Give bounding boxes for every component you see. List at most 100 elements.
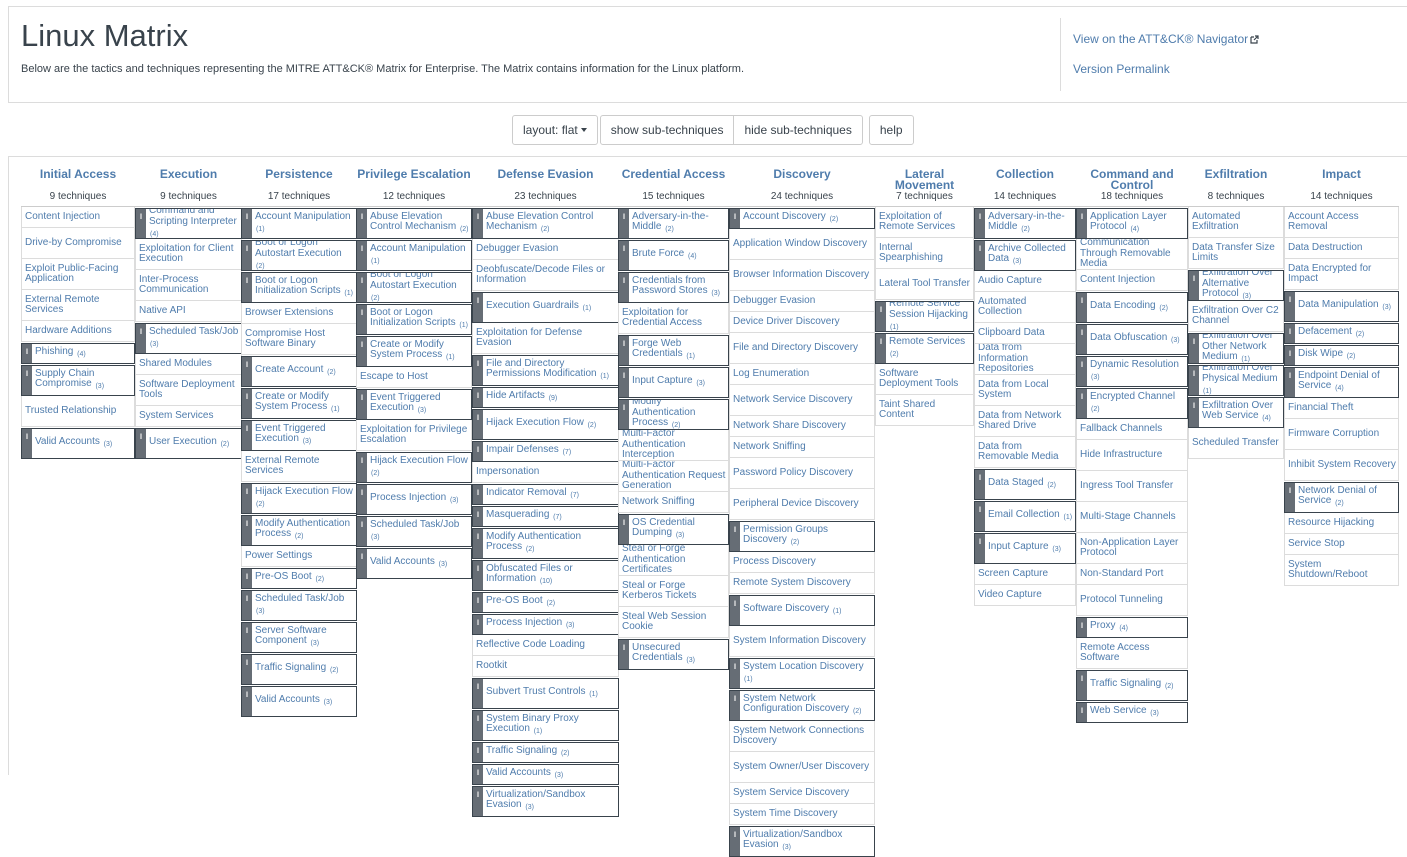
technique-cell[interactable]: Audio Capture — [974, 271, 1076, 292]
technique-name[interactable]: Power Settings — [245, 550, 312, 561]
technique-name[interactable]: Account Access Removal — [1288, 211, 1359, 233]
technique-cell[interactable]: ‖ User Execution (2) — [135, 428, 242, 459]
technique-cell[interactable]: ‖ Abuse Elevation Control Mechanism (2) — [356, 208, 472, 239]
technique-text[interactable]: Archive Collected Data (3) — [988, 243, 1073, 268]
technique-text[interactable]: Compromise Host Software Binary — [245, 328, 354, 350]
technique-text[interactable]: Account Access Removal — [1288, 211, 1396, 233]
technique-cell[interactable]: ‖ Phishing (4) — [21, 343, 135, 364]
technique-name[interactable]: Multi-Factor Authentication Interception — [622, 430, 685, 460]
technique-name[interactable]: Inter-Process Communication — [139, 274, 208, 296]
technique-link[interactable]: Data from Local System — [975, 375, 1075, 405]
technique-name[interactable]: Abuse Elevation Control Mechanism — [370, 211, 456, 233]
technique-text[interactable]: Debugger Evasion — [733, 295, 815, 307]
technique-text[interactable]: Shared Modules — [139, 358, 212, 370]
technique-text[interactable]: Automated Collection — [978, 296, 1073, 318]
technique-cell[interactable]: ‖ Valid Accounts (3) — [241, 686, 357, 717]
technique-text[interactable]: System Network Connections Discovery — [733, 725, 872, 747]
technique-link[interactable]: Data Encrypted for Impact — [1285, 259, 1398, 289]
technique-link[interactable]: Archive Collected Data (3) — [985, 241, 1075, 270]
technique-cell[interactable]: Steal or Forge Authentication Certificat… — [618, 545, 729, 576]
expand-subtechniques-handle[interactable]: ‖ — [1077, 671, 1087, 700]
technique-text[interactable]: File and Directory Discovery — [733, 342, 858, 354]
technique-cell[interactable]: Fallback Channels — [1076, 419, 1188, 440]
technique-link[interactable]: Data from Information Repositories — [975, 344, 1075, 374]
technique-link[interactable]: Exploitation for Defense Evasion — [473, 323, 618, 353]
technique-cell[interactable]: ‖ Boot or Logon Initialization Scripts (1… — [356, 304, 472, 335]
technique-text[interactable]: Data from Removable Media — [978, 441, 1073, 463]
technique-link[interactable]: Native API — [136, 301, 241, 321]
technique-link[interactable]: Process Injection (3) — [367, 485, 471, 514]
expand-subtechniques-handle[interactable]: ‖ — [1285, 483, 1295, 512]
technique-cell[interactable]: Data from Network Shared Drive — [974, 406, 1076, 437]
expand-subtechniques-handle[interactable]: ‖ — [22, 344, 32, 363]
technique-text[interactable]: Scheduled Task/Job (3) — [149, 326, 239, 351]
technique-text[interactable]: Traffic Signaling (2) — [255, 662, 339, 677]
technique-name[interactable]: External Remote Services — [25, 294, 99, 316]
technique-cell[interactable]: ‖ Traffic Signaling (2) — [1076, 670, 1188, 701]
technique-link[interactable]: Trusted Relationship — [22, 396, 134, 426]
technique-name[interactable]: Trusted Relationship — [25, 405, 116, 416]
expand-subtechniques-handle[interactable]: ‖ — [473, 507, 483, 526]
technique-name[interactable]: Account Discovery — [743, 211, 826, 222]
technique-name[interactable]: System Information Discovery — [733, 635, 866, 646]
technique-link[interactable]: Exploitation for Credential Access — [619, 303, 728, 333]
technique-link[interactable]: Software Discovery (1) — [740, 596, 874, 625]
technique-link[interactable]: Execution Guardrails (1) — [483, 293, 618, 322]
technique-name[interactable]: Valid Accounts — [255, 694, 320, 705]
technique-cell[interactable]: Log Enumeration — [729, 364, 875, 385]
technique-name[interactable]: User Execution — [149, 436, 217, 447]
technique-name[interactable]: Hide Infrastructure — [1080, 449, 1162, 460]
technique-cell[interactable]: Exploitation for Defense Evasion — [472, 323, 619, 354]
technique-link[interactable]: System Services — [136, 406, 241, 426]
technique-link[interactable]: Boot or Logon Autostart Execution (2) — [252, 241, 356, 270]
technique-cell[interactable]: ‖ Data Staged (2) — [974, 469, 1076, 500]
technique-name[interactable]: File and Directory Discovery — [733, 342, 858, 353]
technique-link[interactable]: Network Sniffing — [730, 437, 874, 457]
technique-text[interactable]: Exfiltration Over Alternative Protocol (… — [1202, 271, 1281, 300]
technique-cell[interactable]: ‖ Execution Guardrails (1) — [472, 292, 619, 323]
technique-cell[interactable]: ‖ Traffic Signaling (2) — [241, 654, 357, 685]
technique-cell[interactable]: ‖ Input Capture (3) — [974, 533, 1076, 564]
technique-name[interactable]: Valid Accounts — [35, 436, 100, 447]
expand-subtechniques-handle[interactable]: ‖ — [619, 515, 629, 544]
expand-subtechniques-handle[interactable]: ‖ — [242, 421, 252, 450]
technique-cell[interactable]: Application Window Discovery — [729, 229, 875, 260]
technique-name[interactable]: Remote Access Software — [1080, 642, 1149, 664]
technique-name[interactable]: Pre-OS Boot — [255, 571, 312, 582]
technique-link[interactable]: Boot or Logon Autostart Execution (2) — [367, 273, 471, 302]
technique-link[interactable]: Debugger Evasion — [473, 239, 618, 259]
technique-text[interactable]: Traffic Signaling (2) — [1090, 678, 1174, 693]
technique-link[interactable]: Subvert Trust Controls (1) — [483, 679, 618, 708]
expand-subtechniques-handle[interactable]: ‖ — [473, 485, 483, 504]
technique-name[interactable]: Data from Information Repositories — [978, 344, 1034, 374]
technique-cell[interactable]: ‖ Modify Authentication Process (2) — [472, 528, 619, 559]
technique-name[interactable]: Exploitation for Client Execution — [139, 243, 234, 265]
technique-name[interactable]: Hardware Additions — [25, 325, 112, 336]
technique-name[interactable]: Remote Service Session Hijacking — [889, 302, 968, 320]
expand-subtechniques-handle[interactable]: ‖ — [619, 640, 629, 669]
technique-link[interactable]: Credentials from Password Stores (3) — [629, 273, 728, 302]
technique-link[interactable]: System Information Discovery — [730, 626, 874, 656]
technique-name[interactable]: Remote Services — [889, 336, 965, 347]
technique-text[interactable]: Browser Extensions — [245, 307, 333, 319]
technique-text[interactable]: Input Capture (3) — [632, 375, 705, 390]
technique-cell[interactable]: Hardware Additions — [21, 321, 135, 342]
technique-text[interactable]: Account Discovery (2) — [743, 211, 838, 226]
technique-text[interactable]: Data Encrypted for Impact — [1288, 263, 1396, 285]
technique-name[interactable]: Virtualization/Sandbox Evasion — [743, 829, 842, 851]
technique-cell[interactable]: ‖ Boot or Logon Autostart Execution (2) — [356, 272, 472, 303]
technique-text[interactable]: Non-Application Layer Protocol — [1080, 537, 1185, 559]
technique-link[interactable]: Process Injection (3) — [483, 615, 618, 634]
technique-text[interactable]: Automated Exfiltration — [1192, 211, 1281, 233]
technique-text[interactable]: Proxy (4) — [1090, 620, 1128, 635]
technique-name[interactable]: Exfiltration Over C2 Channel — [1192, 305, 1279, 327]
technique-link[interactable]: Content Injection — [22, 207, 134, 227]
technique-text[interactable]: Exploit Public-Facing Application — [25, 263, 132, 285]
technique-link[interactable]: System Network Configuration Discovery (… — [740, 691, 874, 720]
technique-cell[interactable]: Drive-by Compromise — [21, 228, 135, 259]
technique-text[interactable]: Lateral Tool Transfer — [879, 278, 970, 290]
technique-name[interactable]: Peripheral Device Discovery — [733, 498, 859, 509]
technique-cell[interactable]: Hide Infrastructure — [1076, 440, 1188, 471]
technique-name[interactable]: System Location Discovery — [743, 661, 864, 672]
technique-name[interactable]: Email Collection — [988, 509, 1060, 520]
